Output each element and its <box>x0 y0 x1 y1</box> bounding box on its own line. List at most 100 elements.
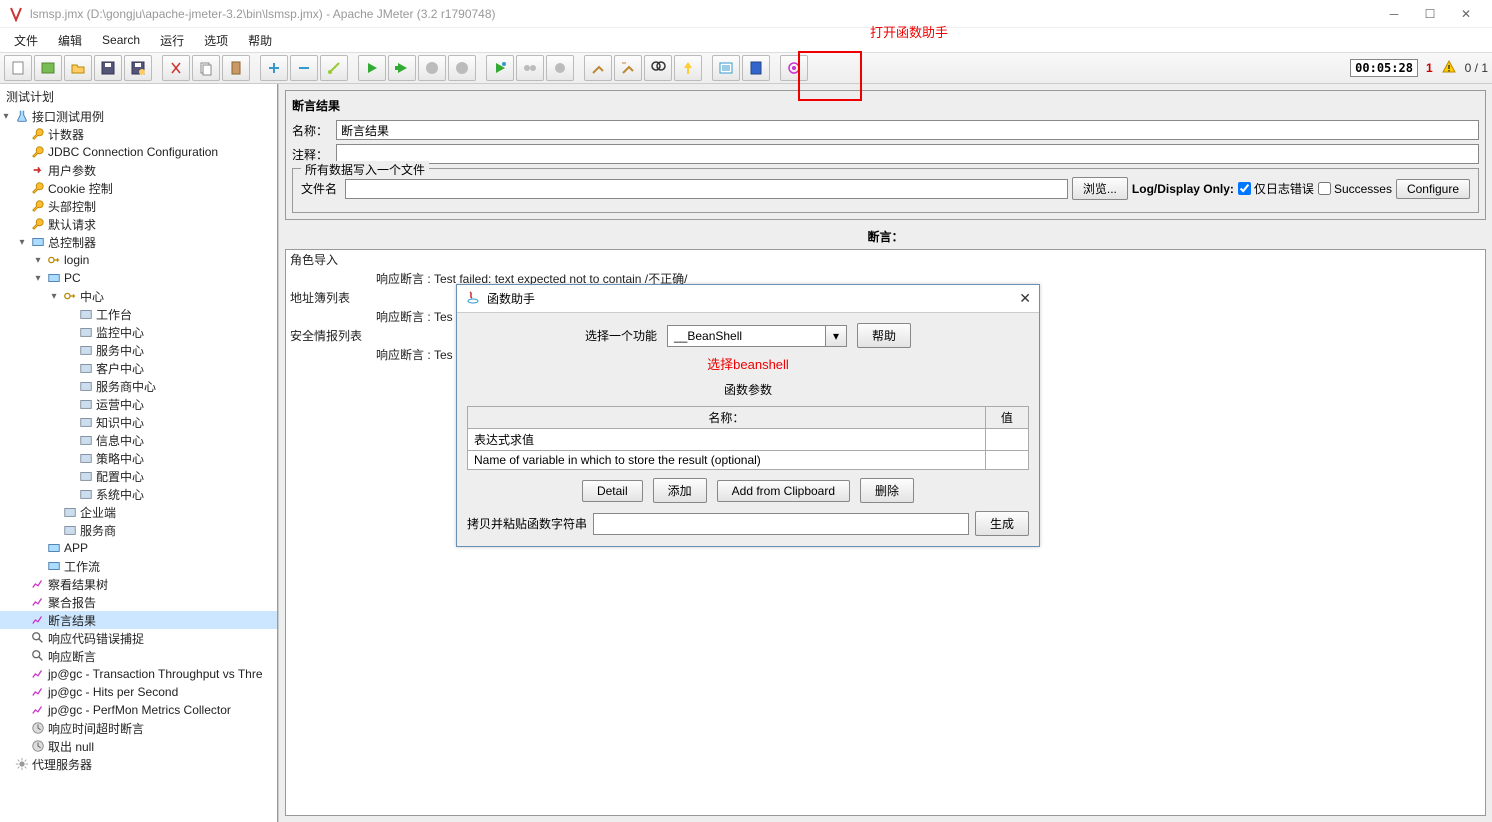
shutdown-button[interactable] <box>448 55 476 81</box>
tree-item-label: 工作流 <box>64 558 100 575</box>
templates-button[interactable] <box>34 55 62 81</box>
options-button[interactable] <box>780 55 808 81</box>
maximize-button[interactable]: ☐ <box>1412 4 1448 24</box>
remote-start-button[interactable] <box>486 55 514 81</box>
tree-item[interactable]: 计数器 <box>0 125 277 143</box>
tree-item[interactable]: 配置中心 <box>0 467 277 485</box>
dialog-titlebar[interactable]: 函数助手 ✕ <box>457 285 1039 313</box>
tree-item[interactable]: Cookie 控制 <box>0 179 277 197</box>
tree-item[interactable]: 信息中心 <box>0 431 277 449</box>
tree-item[interactable]: 系统中心 <box>0 485 277 503</box>
param-value-cell[interactable] <box>985 451 1028 470</box>
dialog-close-button[interactable]: ✕ <box>1019 290 1031 307</box>
start-button[interactable] <box>358 55 386 81</box>
function-helper-button[interactable] <box>712 55 740 81</box>
tree-item[interactable]: 取出 null <box>0 737 277 755</box>
tree-item-label: 监控中心 <box>96 324 144 341</box>
close-button[interactable]: ✕ <box>1448 4 1484 24</box>
tree-item[interactable]: 断言结果 <box>0 611 277 629</box>
tree-item[interactable]: 响应时间超时断言 <box>0 719 277 737</box>
copy-button[interactable] <box>192 55 220 81</box>
delete-button[interactable]: 删除 <box>860 478 914 503</box>
errors-checkbox[interactable]: 仅日志错误 <box>1238 180 1314 197</box>
save-button[interactable] <box>94 55 122 81</box>
save-as-button[interactable] <box>124 55 152 81</box>
tree-item[interactable]: 代理服务器 <box>0 755 277 773</box>
successes-checkbox[interactable]: Successes <box>1318 182 1392 196</box>
tree-item[interactable]: 服务商 <box>0 521 277 539</box>
configure-button[interactable]: Configure <box>1396 179 1470 199</box>
remote-shutdown-button[interactable] <box>546 55 574 81</box>
tree-item[interactable]: 工作流 <box>0 557 277 575</box>
test-plan-tree[interactable]: 测试计划 ▾接口测试用例计数器JDBC Connection Configura… <box>0 84 278 822</box>
new-button[interactable] <box>4 55 32 81</box>
help-button[interactable] <box>742 55 770 81</box>
mag-icon <box>30 648 46 664</box>
param-row[interactable]: 表达式求值 <box>468 429 986 451</box>
tree-item[interactable]: JDBC Connection Configuration <box>0 143 277 161</box>
function-select[interactable]: __BeanShell ▾ <box>667 325 847 347</box>
menu-options[interactable]: 选项 <box>194 30 238 51</box>
start-notimers-button[interactable] <box>388 55 416 81</box>
tree-item[interactable]: 服务中心 <box>0 341 277 359</box>
generate-output[interactable] <box>593 513 969 535</box>
generate-button[interactable]: 生成 <box>975 511 1029 536</box>
menu-help[interactable]: 帮助 <box>238 30 282 51</box>
clear-all-button[interactable] <box>614 55 642 81</box>
tree-item[interactable]: jp@gc - Hits per Second <box>0 683 277 701</box>
tree-item[interactable]: 聚合报告 <box>0 593 277 611</box>
tree-item[interactable]: ▾中心 <box>0 287 277 305</box>
tree-item[interactable]: jp@gc - Transaction Throughput vs Thre <box>0 665 277 683</box>
tree-item[interactable]: 响应断言 <box>0 647 277 665</box>
tree-item[interactable]: ▾接口测试用例 <box>0 107 277 125</box>
add-clipboard-button[interactable]: Add from Clipboard <box>717 480 850 502</box>
tree-item[interactable]: 头部控制 <box>0 197 277 215</box>
cut-button[interactable] <box>162 55 190 81</box>
assert-line[interactable]: 角色导入 <box>286 250 1485 269</box>
open-button[interactable] <box>64 55 92 81</box>
tree-item[interactable]: 运营中心 <box>0 395 277 413</box>
search-button[interactable] <box>644 55 672 81</box>
tree-item[interactable]: 察看结果树 <box>0 575 277 593</box>
expand-button[interactable] <box>260 55 288 81</box>
tree-item[interactable]: 服务商中心 <box>0 377 277 395</box>
tree-item[interactable]: ▾login <box>0 251 277 269</box>
stop-button[interactable] <box>418 55 446 81</box>
help-button[interactable]: 帮助 <box>857 323 911 348</box>
paste-button[interactable] <box>222 55 250 81</box>
tree-item[interactable]: 客户中心 <box>0 359 277 377</box>
clear-button[interactable] <box>584 55 612 81</box>
tree-item[interactable]: 用户参数 <box>0 161 277 179</box>
tree-item[interactable]: 默认请求 <box>0 215 277 233</box>
reset-search-button[interactable] <box>674 55 702 81</box>
tree-item[interactable]: 监控中心 <box>0 323 277 341</box>
minimize-button[interactable]: ─ <box>1376 4 1412 24</box>
menu-search[interactable]: Search <box>92 31 150 49</box>
tree-item-label: 默认请求 <box>48 216 96 233</box>
browse-button[interactable]: 浏览... <box>1072 177 1128 200</box>
tree-item[interactable]: ▾总控制器 <box>0 233 277 251</box>
param-row[interactable]: Name of variable in which to store the r… <box>468 451 986 470</box>
remote-stop-button[interactable] <box>516 55 544 81</box>
toggle-button[interactable] <box>320 55 348 81</box>
filename-input[interactable] <box>345 179 1068 199</box>
detail-button[interactable]: Detail <box>582 480 643 502</box>
comment-input[interactable] <box>336 144 1479 164</box>
name-input[interactable] <box>336 120 1479 140</box>
add-button[interactable]: 添加 <box>653 478 707 503</box>
tree-item[interactable]: 知识中心 <box>0 413 277 431</box>
tree-item[interactable]: 响应代码错误捕捉 <box>0 629 277 647</box>
collapse-button[interactable] <box>290 55 318 81</box>
menu-file[interactable]: 文件 <box>4 30 48 51</box>
tree-item[interactable]: 策略中心 <box>0 449 277 467</box>
params-table[interactable]: 名称：值 表达式求值 Name of variable in which to … <box>467 406 1029 470</box>
param-value-cell[interactable] <box>985 429 1028 451</box>
menu-edit[interactable]: 编辑 <box>48 30 92 51</box>
menu-run[interactable]: 运行 <box>150 30 194 51</box>
tree-item[interactable]: 工作台 <box>0 305 277 323</box>
tree-item[interactable]: jp@gc - PerfMon Metrics Collector <box>0 701 277 719</box>
tree-item-label: 响应断言 <box>48 648 96 665</box>
tree-item[interactable]: ▾PC <box>0 269 277 287</box>
tree-item[interactable]: 企业端 <box>0 503 277 521</box>
tree-item[interactable]: APP <box>0 539 277 557</box>
